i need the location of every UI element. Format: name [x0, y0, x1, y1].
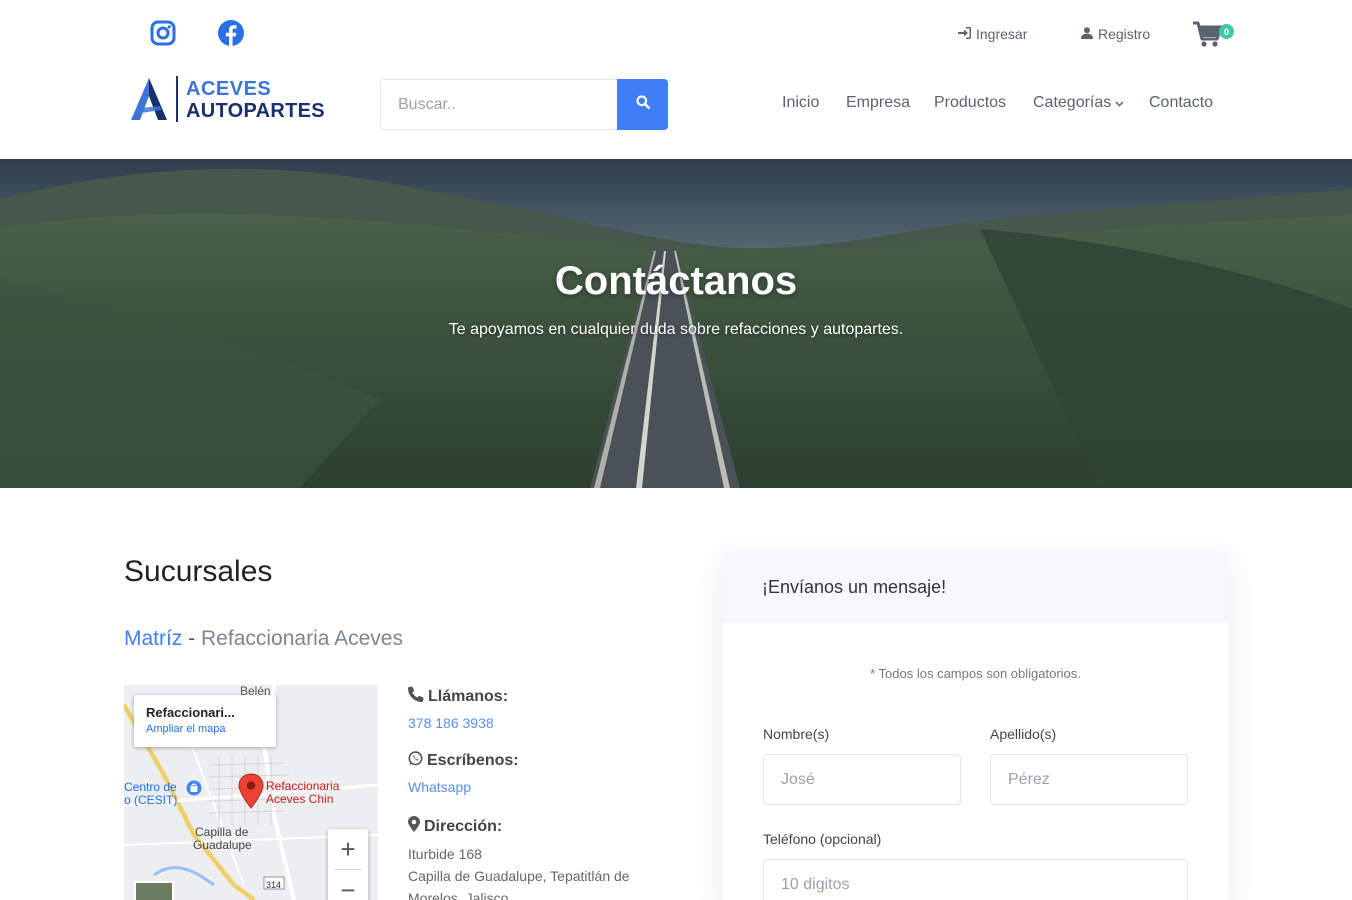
- logo-text-line1: ACEVES: [186, 78, 272, 100]
- search-input[interactable]: [380, 79, 617, 130]
- address-heading-label: Dirección:: [424, 817, 503, 835]
- nav-item-inicio[interactable]: Inicio: [782, 94, 819, 112]
- map-label-belen: Belén: [240, 685, 271, 698]
- logo-text-line2: AUTOPARTES: [186, 100, 325, 122]
- register-label: Registro: [1098, 26, 1151, 42]
- map-zoom-controls: + −: [328, 829, 368, 900]
- zoom-in-button[interactable]: +: [328, 829, 368, 869]
- branch-name: Refaccionaria Aceves: [201, 627, 403, 650]
- write-heading-label: Escríbenos:: [427, 752, 519, 769]
- chevron-down-icon: [1115, 94, 1124, 112]
- phone-icon: [408, 686, 424, 707]
- logo-divider: [176, 76, 178, 122]
- cart-button[interactable]: 0: [1193, 20, 1237, 50]
- map-marker-icon: [408, 816, 420, 837]
- map-card-title: Refaccionari...: [146, 705, 235, 720]
- map-label-pin-2: Aceves Chin: [266, 792, 334, 806]
- call-heading-label: Llámanos:: [428, 687, 509, 705]
- register-link[interactable]: Registro: [1081, 26, 1150, 42]
- whatsapp-icon: [408, 751, 423, 771]
- search-icon: [635, 95, 650, 114]
- sign-in-icon: [958, 26, 972, 42]
- first-name-label: Nombre(s): [763, 726, 830, 742]
- form-title: ¡Envíanos un mensaje!: [723, 552, 1228, 623]
- instagram-icon[interactable]: [148, 18, 178, 48]
- hero-title: Contáctanos: [554, 259, 798, 303]
- search-button[interactable]: [617, 79, 668, 130]
- contact-write-block: Escríbenos: Whatsapp: [408, 751, 519, 795]
- phone-input[interactable]: [763, 859, 1188, 900]
- facebook-icon[interactable]: [216, 18, 246, 48]
- branch-label: Matríz: [124, 627, 183, 650]
- hero-subtitle: Te apoyamos en cualquier duda sobre refa…: [448, 321, 904, 338]
- phone-label: Teléfono (opcional): [763, 831, 882, 847]
- zoom-out-button[interactable]: −: [328, 870, 368, 900]
- call-heading: Llámanos:: [408, 686, 508, 707]
- nav-item-categorias[interactable]: Categorías: [1033, 94, 1124, 112]
- nav-item-contacto[interactable]: Contacto: [1149, 94, 1213, 112]
- address-heading: Dirección:: [408, 816, 648, 837]
- map-label-centro-2: o (CESIT): [124, 793, 178, 807]
- branches-title: Sucursales: [124, 555, 273, 588]
- map-info-card: Refaccionari... Ampliar el mapa: [134, 695, 276, 747]
- search-bar: [380, 79, 668, 130]
- map-pin-icon[interactable]: [238, 773, 264, 814]
- address-line2: Capilla de Guadalupe, Tepatitlán de More…: [408, 868, 630, 900]
- cart-count-badge: 0: [1219, 24, 1234, 39]
- nav-item-productos[interactable]: Productos: [934, 94, 1006, 112]
- map-label-capilla-2: Guadalupe: [193, 838, 252, 852]
- logo-mark-icon: [130, 76, 168, 127]
- login-label: Ingresar: [976, 26, 1028, 42]
- brand-logo[interactable]: ACEVES AUTOPARTES: [130, 74, 325, 127]
- contact-call-block: Llámanos: 378 186 3938: [408, 686, 508, 731]
- shopping-bag-marker-icon: [186, 780, 202, 801]
- map-expand-link[interactable]: Ampliar el mapa: [146, 723, 264, 735]
- top-bar: Ingresar Registro 0: [0, 0, 1352, 66]
- phone-link[interactable]: 378 186 3938: [408, 715, 508, 731]
- last-name-input[interactable]: [990, 754, 1188, 805]
- nav-categorias-label: Categorías: [1033, 94, 1112, 111]
- first-name-input[interactable]: [763, 754, 961, 805]
- address-line1: Iturbide 168: [408, 846, 482, 862]
- contact-address-block: Dirección: Iturbide 168 Capilla de Guada…: [408, 816, 648, 900]
- branch-dash: -: [182, 627, 202, 650]
- login-link[interactable]: Ingresar: [958, 26, 1027, 42]
- nav-item-empresa[interactable]: Empresa: [846, 94, 910, 112]
- form-required-note: * Todos los campos son obligatorios.: [870, 666, 1081, 681]
- branch-title: Matríz - Refaccionaria Aceves: [124, 627, 403, 651]
- user-icon: [1081, 26, 1093, 42]
- contact-form-card: ¡Envíanos un mensaje! * Todos los campos…: [723, 552, 1228, 900]
- branch-map[interactable]: Refaccionari... Ampliar el mapa Belén Ce…: [124, 685, 378, 900]
- write-heading: Escríbenos:: [408, 751, 519, 771]
- hero-banner: Contáctanos Te apoyamos en cualquier dud…: [0, 159, 1352, 488]
- map-road-number: 314: [266, 880, 282, 890]
- whatsapp-link[interactable]: Whatsapp: [408, 779, 519, 795]
- last-name-label: Apellido(s): [990, 726, 1057, 742]
